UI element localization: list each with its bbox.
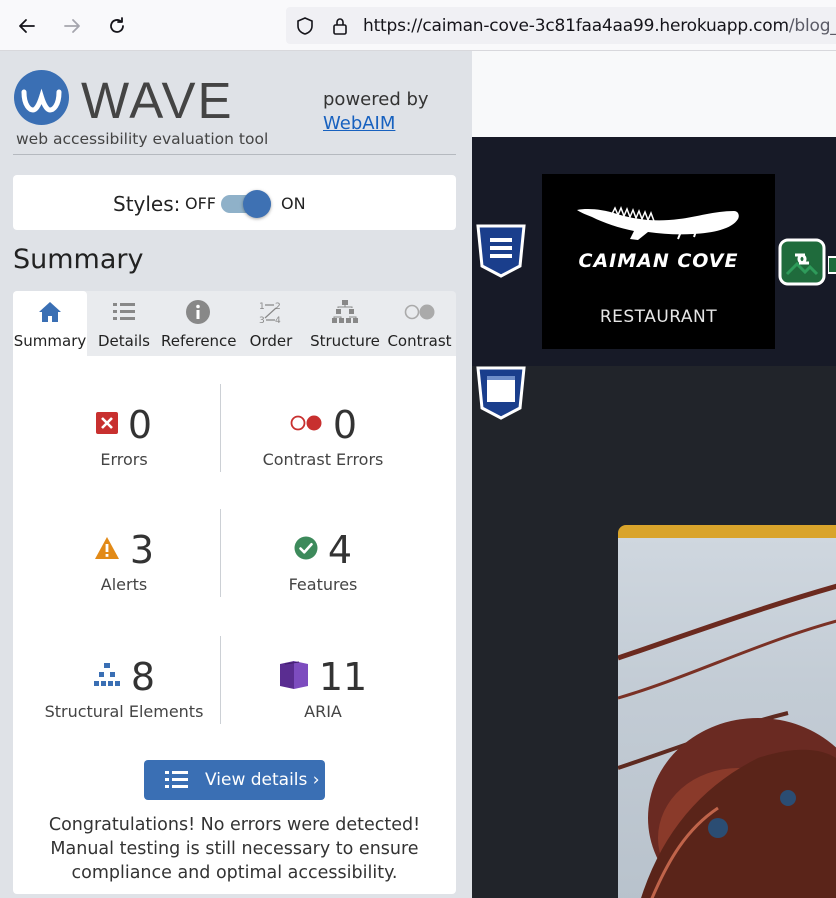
alert-icon <box>94 536 120 565</box>
browser-toolbar: https://caiman-cove-3c81faa4aa99.herokua… <box>0 0 836 51</box>
contrast-errors-label: Contrast Errors <box>262 450 384 469</box>
webaim-link[interactable]: WebAIM <box>323 113 395 134</box>
summary-heading: Summary <box>13 244 144 275</box>
wave-title: WAVE <box>81 72 234 129</box>
tab-structure[interactable]: Structure <box>307 291 383 356</box>
toggle-off-label: OFF <box>185 194 216 213</box>
home-icon <box>13 298 87 326</box>
tab-summary[interactable]: Summary <box>13 291 87 356</box>
alerts-label: Alerts <box>100 575 148 594</box>
wave-structure-marker-icon[interactable] <box>475 223 527 284</box>
aria-count: 11 <box>318 655 368 699</box>
structural-label: Structural Elements <box>44 702 204 721</box>
divider <box>13 154 456 155</box>
crocodile-icon <box>572 196 742 251</box>
wave-region-marker-icon[interactable] <box>475 365 527 426</box>
lock-icon[interactable] <box>330 16 350 36</box>
structure-icon <box>93 662 121 693</box>
contrast-error-icon <box>289 414 323 437</box>
site-top-bar <box>472 51 836 137</box>
congrats-message: Congratulations! No errors were detected… <box>48 815 421 883</box>
shield-icon[interactable] <box>295 16 315 36</box>
errors-count: 0 <box>127 403 153 447</box>
forward-arrow-icon[interactable] <box>58 12 86 40</box>
url-text[interactable]: https://caiman-cove-3c81faa4aa99.herokua… <box>363 16 836 36</box>
contrast-errors-count: 0 <box>332 403 358 447</box>
back-arrow-icon[interactable] <box>13 12 41 40</box>
stat-structural-elements[interactable]: 8 Structural Elements <box>24 654 224 721</box>
svg-text:3: 3 <box>259 316 265 325</box>
summary-card: 0 Errors 0 Contrast Errors 3 Alerts 4 Fe… <box>13 356 456 894</box>
features-label: Features <box>288 575 358 594</box>
powered-by-text: powered by <box>323 89 429 110</box>
stat-aria[interactable]: 11 ARIA <box>223 654 423 721</box>
list-icon <box>87 298 161 326</box>
contrast-icon <box>383 298 456 326</box>
toggle-knob[interactable] <box>243 190 271 218</box>
view-details-button[interactable]: View details › <box>144 760 325 800</box>
divider <box>220 636 221 724</box>
styles-label: Styles: <box>113 192 181 216</box>
divider <box>220 509 221 597</box>
tab-label: Order <box>249 332 293 350</box>
divider <box>220 384 221 472</box>
stat-errors[interactable]: 0 Errors <box>24 402 224 469</box>
styles-toggle-card: Styles: OFF ON <box>13 175 456 230</box>
alerts-count: 3 <box>129 528 155 572</box>
wave-panel: WAVE web accessibility evaluation tool p… <box>0 51 472 898</box>
tab-label: Structure <box>310 332 380 350</box>
lobster-photo[interactable] <box>618 538 836 898</box>
wave-linked-image-marker-icon[interactable] <box>778 238 826 291</box>
url-domain: https://caiman-cove-3c81faa4aa99.herokua… <box>363 16 789 36</box>
toggle-on-label: ON <box>281 194 306 213</box>
svg-text:1: 1 <box>259 302 265 312</box>
url-path: /blog_list/ <box>788 16 836 36</box>
errors-label: Errors <box>100 450 148 469</box>
feature-check-icon <box>294 536 318 565</box>
tab-reference[interactable]: Reference <box>161 291 237 356</box>
tab-bar: Summary Details Reference 12 3 4 Order Str… <box>13 291 456 356</box>
stat-contrast-errors[interactable]: 0 Contrast Errors <box>223 402 423 469</box>
wave-feature-marker-icon[interactable] <box>827 255 836 280</box>
tab-label: Summary <box>13 332 87 350</box>
aria-icon <box>279 660 309 695</box>
site-preview: CAIMAN COVE RESTAURANT <box>472 51 836 898</box>
order-icon: 12 3 4 <box>235 298 307 326</box>
logo-subtitle: RESTAURANT <box>599 307 718 327</box>
tab-contrast[interactable]: Contrast <box>383 291 456 356</box>
powered-by: powered by WebAIM <box>323 88 429 136</box>
error-icon <box>95 411 118 439</box>
tab-label: Reference <box>161 332 237 350</box>
tab-order[interactable]: 12 3 4 Order <box>235 291 307 356</box>
svg-text:2: 2 <box>275 302 281 312</box>
info-icon <box>161 298 235 326</box>
features-count: 4 <box>327 528 353 572</box>
stat-alerts[interactable]: 3 Alerts <box>24 527 224 594</box>
tab-details[interactable]: Details <box>87 291 161 356</box>
address-bar[interactable]: https://caiman-cove-3c81faa4aa99.herokua… <box>286 7 836 44</box>
wave-logo-icon <box>14 70 69 125</box>
tab-label: Contrast <box>387 332 452 350</box>
stat-features[interactable]: 4 Features <box>223 527 423 594</box>
tab-label: Details <box>97 332 150 350</box>
wave-tagline: web accessibility evaluation tool <box>16 130 269 148</box>
structure-icon <box>307 298 383 326</box>
logo-name: CAIMAN COVE <box>578 250 739 272</box>
site-logo[interactable]: CAIMAN COVE RESTAURANT <box>542 174 775 349</box>
aria-label: ARIA <box>304 702 342 721</box>
structural-count: 8 <box>130 655 156 699</box>
view-details-label: View details › <box>205 770 320 790</box>
reload-icon[interactable] <box>103 12 131 40</box>
list-icon <box>165 770 189 795</box>
svg-text:4: 4 <box>275 316 281 325</box>
